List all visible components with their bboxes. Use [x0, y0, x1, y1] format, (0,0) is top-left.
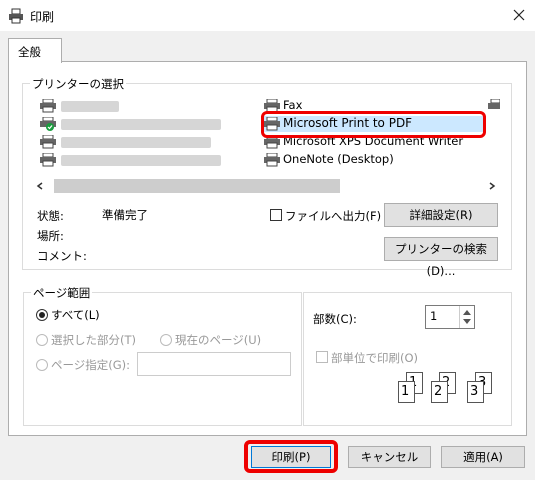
radio-selection[interactable]: [36, 334, 48, 346]
print-to-file-checkbox[interactable]: [270, 209, 282, 221]
copies-spinner[interactable]: [459, 306, 474, 328]
printer-item[interactable]: [39, 116, 239, 132]
close-icon[interactable]: [508, 4, 530, 26]
page-sheet: 1: [398, 381, 415, 403]
highlight-annotation: [261, 111, 486, 138]
printer-group-label: プリンターの選択: [30, 76, 126, 92]
radio-dot: [39, 312, 45, 318]
print-to-file-label: ファイルへ出力(F): [285, 209, 382, 223]
scroll-left-icon[interactable]: [36, 182, 44, 190]
window-title: 印刷: [30, 10, 55, 24]
page-number: 1: [401, 384, 410, 399]
chevron-up-icon[interactable]: [463, 309, 471, 315]
radio-current-page-label: 現在のページ(U): [175, 333, 262, 347]
page-number: 2: [434, 384, 443, 399]
radio-all-label: すべて(L): [51, 308, 100, 322]
blurred-printer-name: [61, 101, 119, 112]
scroll-right-icon[interactable]: [488, 182, 496, 190]
copies-value: 1: [430, 309, 438, 323]
printer-icon: [488, 99, 500, 109]
collate-checkbox[interactable]: [316, 351, 328, 363]
radio-all[interactable]: [36, 309, 48, 321]
tab-general-label: 全般: [18, 45, 41, 59]
default-printer-icon: [40, 117, 56, 131]
page-sheet: 2: [431, 381, 448, 403]
printer-icon: [40, 99, 56, 113]
page-range-input[interactable]: [137, 352, 291, 376]
title-bar: 印刷: [0, 0, 535, 31]
blurred-printer-name: [61, 137, 211, 148]
copies-stepper[interactable]: 1: [425, 305, 475, 329]
cancel-button[interactable]: キャンセル: [348, 446, 431, 468]
scrollbar-thumb[interactable]: [54, 179, 340, 193]
find-printer-button[interactable]: プリンターの検索(D)...: [384, 237, 498, 278]
chevron-down-icon[interactable]: [463, 319, 471, 325]
printer-item[interactable]: [39, 98, 239, 114]
horizontal-scrollbar[interactable]: [36, 178, 498, 194]
status-label: 状態:: [37, 209, 64, 223]
radio-pages-label: ページ指定(G):: [51, 358, 131, 372]
printer-icon: [40, 153, 56, 167]
blurred-printer-name: [61, 119, 221, 130]
printer-name: OneNote (Desktop): [283, 152, 394, 166]
location-label: 場所:: [37, 229, 64, 243]
collate-illustration: 1 1 2 2 3 3: [396, 372, 500, 404]
blurred-printer-name: [61, 155, 221, 166]
radio-pages[interactable]: [36, 359, 48, 371]
tab-general[interactable]: 全般: [8, 38, 62, 63]
printer-icon: [264, 153, 280, 167]
comment-label: コメント:: [37, 249, 87, 263]
status-value: 準備完了: [102, 208, 148, 222]
apply-button[interactable]: 適用(A): [441, 446, 525, 468]
printer-name: Fax: [283, 98, 303, 112]
page-range-label: ページ範囲: [31, 285, 93, 301]
printer-item-onenote[interactable]: OneNote (Desktop): [263, 152, 483, 168]
print-button[interactable]: 印刷(P): [251, 446, 331, 468]
printer-icon: [9, 8, 23, 24]
printer-icon: [40, 135, 56, 149]
printer-item[interactable]: [39, 152, 239, 168]
radio-current-page[interactable]: [160, 334, 172, 346]
page-sheet: 3: [467, 381, 484, 403]
page-number: 3: [470, 384, 479, 399]
details-button[interactable]: 詳細設定(R): [384, 203, 498, 227]
copies-label: 部数(C):: [313, 312, 357, 326]
collate-label: 部単位で印刷(O): [331, 351, 419, 365]
printer-item[interactable]: [39, 134, 239, 150]
radio-selection-label: 選択した部分(T): [51, 333, 136, 347]
